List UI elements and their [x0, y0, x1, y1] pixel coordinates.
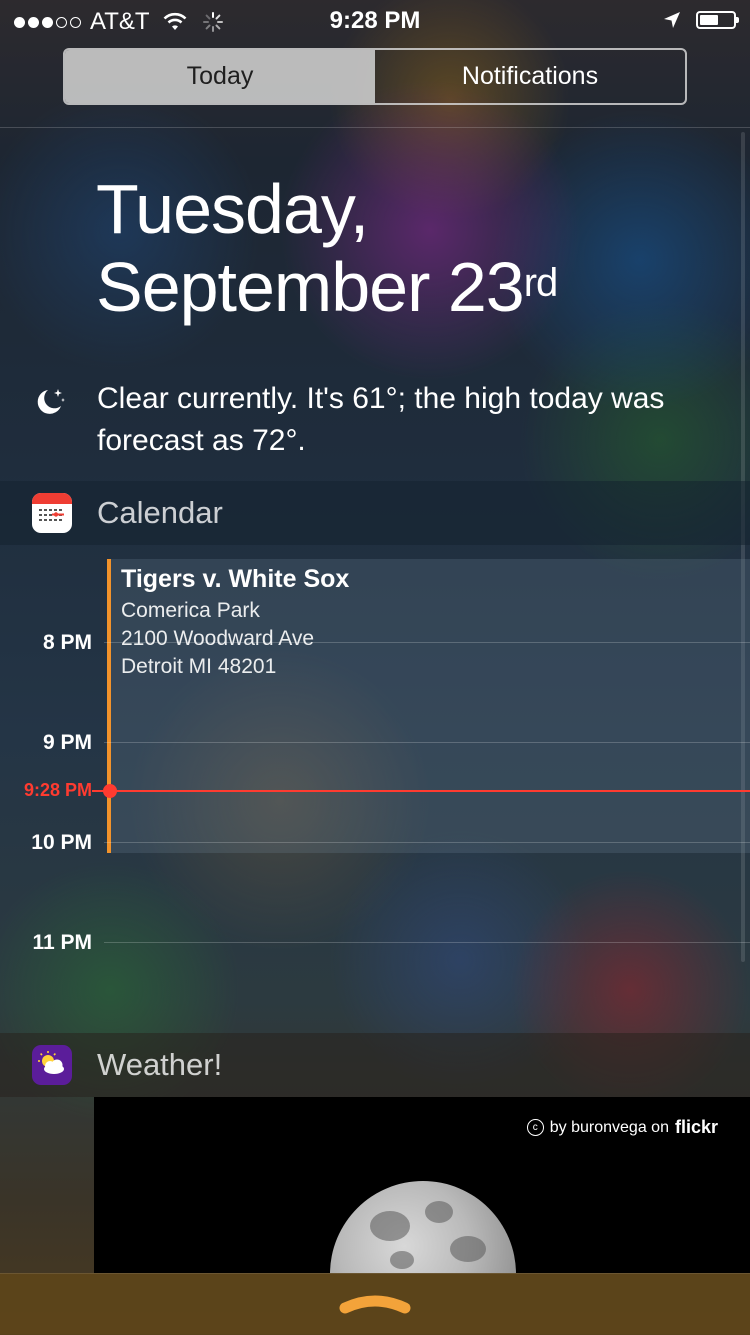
weather-summary: Clear currently. It's 61°; the high toda…: [97, 382, 665, 457]
grabber-handle-icon[interactable]: [338, 1288, 412, 1318]
moon-photo: [330, 1181, 516, 1273]
photo-credit[interactable]: c by buronvega on flickr: [526, 1117, 718, 1138]
photo-credit-text: by buronvega on: [549, 1118, 669, 1136]
tab-notifications[interactable]: Notifications: [375, 50, 685, 103]
weather-section-header[interactable]: Weather!: [0, 1033, 750, 1097]
status-bar: AT&T 9:28 PM: [0, 0, 750, 40]
hour-label-10pm: 10 PM: [31, 831, 92, 854]
hour-label-9pm: 9 PM: [42, 731, 92, 754]
sun-cloud-icon: [38, 1051, 64, 1074]
hour-gridline: [104, 642, 750, 643]
battery-nub: [736, 17, 739, 23]
moon-icon: [37, 389, 65, 414]
date-ordinal-suffix: rd: [523, 261, 559, 305]
status-right: [662, 10, 739, 30]
date-month-day: September 23rd: [96, 248, 559, 326]
tab-today[interactable]: Today: [65, 50, 375, 103]
flickr-logo: flickr: [674, 1117, 718, 1137]
battery-fill: [700, 15, 718, 25]
date-heading: Tuesday, September 23rd: [96, 170, 559, 326]
weather-section-title: Weather!: [97, 1047, 223, 1082]
event-address-line2: Detroit MI 48201: [121, 655, 277, 678]
date-weekday: Tuesday,: [96, 170, 369, 248]
copyright-icon: c: [526, 1119, 544, 1136]
event-location: Comerica Park: [121, 599, 260, 622]
battery-icon: [696, 11, 739, 29]
date-month-day-text: September 23: [96, 248, 525, 326]
calendar-grid-icon: [39, 509, 64, 521]
today-notifications-segmented-control: Today Notifications: [63, 48, 687, 105]
header-divider: [0, 127, 750, 128]
bottom-bar: [0, 1273, 750, 1335]
event-title: Tigers v. White Sox: [121, 565, 350, 593]
calendar-section-title: Calendar: [97, 495, 223, 530]
yahoo-weather-icon: [32, 1045, 72, 1085]
hour-gridline: [104, 742, 750, 743]
hour-gridline: [104, 942, 750, 943]
calendar-icon: [32, 493, 72, 533]
status-time: 9:28 PM: [329, 7, 421, 34]
current-time-label: 9:28 PM: [23, 780, 92, 800]
current-time-line: [92, 790, 750, 792]
location-arrow-icon: [664, 12, 680, 28]
calendar-day-view: Tigers v. White Sox Comerica Park 2100 W…: [0, 545, 750, 1033]
calendar-section-header[interactable]: Calendar: [0, 481, 750, 545]
hour-gridline: [104, 842, 750, 843]
event-address-line1: 2100 Woodward Ave: [121, 627, 315, 650]
current-time-dot: [103, 784, 117, 798]
hour-label-8pm: 8 PM: [42, 631, 92, 654]
hour-label-11pm: 11 PM: [32, 931, 92, 954]
weather-photo[interactable]: c by buronvega on flickr: [94, 1097, 750, 1273]
